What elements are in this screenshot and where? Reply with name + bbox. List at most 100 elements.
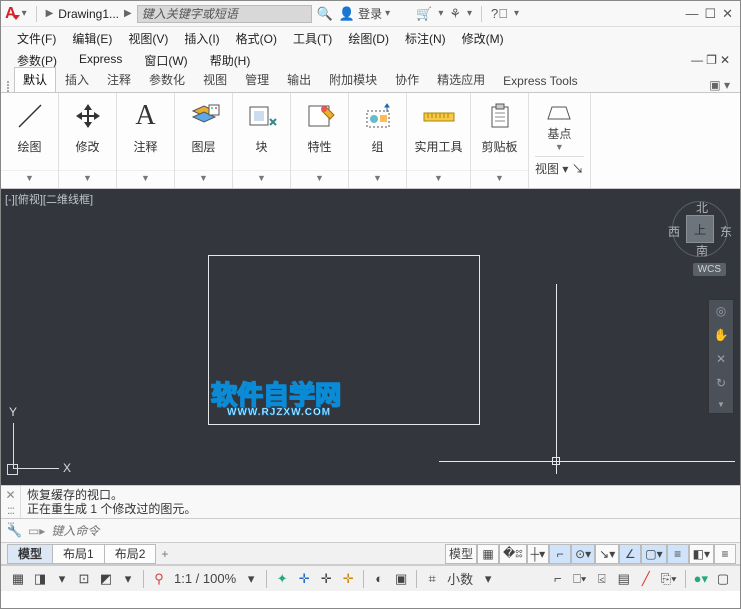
panel-modify-expand[interactable]: ▼ [59, 170, 116, 188]
tab-output[interactable]: 输出 [278, 67, 320, 92]
tab-annotate[interactable]: 注释 [98, 67, 140, 92]
command-input[interactable] [51, 524, 734, 538]
menu-edit[interactable]: 编辑(E) [66, 28, 118, 49]
panel-draw-expand[interactable]: ▼ [1, 170, 58, 188]
tab-insert[interactable]: 插入 [56, 67, 98, 92]
panel-group-expand[interactable]: ▼ [349, 170, 406, 188]
tab-featured[interactable]: 精选应用 [428, 67, 494, 92]
menu-draw[interactable]: 绘图(D) [342, 28, 395, 49]
grid-icon[interactable]: ▦ [477, 544, 499, 564]
doc-close-button[interactable]: ✕ [720, 53, 730, 67]
properties-icon[interactable] [291, 97, 348, 135]
layers-icon[interactable] [175, 97, 232, 135]
scale-label[interactable]: 1:1 / 100% [170, 569, 240, 589]
steering-wheel-icon[interactable]: ◎ [716, 304, 726, 318]
gizmo-icon[interactable]: ✦ [271, 569, 293, 589]
line-icon[interactable] [1, 97, 58, 135]
ribbon-grip-icon[interactable] [5, 81, 11, 92]
hardware-accel-icon[interactable]: ●▾ [690, 569, 712, 589]
gizmo-icon[interactable]: ✛ [293, 569, 315, 589]
move-icon[interactable] [59, 97, 116, 135]
panel-annotate-expand[interactable]: ▼ [117, 170, 174, 188]
ribbon-collapse-icon[interactable]: ▣ ▾ [703, 78, 736, 92]
doc-restore-button[interactable]: ❐ [706, 53, 717, 67]
menu-icon[interactable]: ≡ [714, 544, 736, 564]
menu-modify[interactable]: 修改(M) [456, 28, 510, 49]
navigation-bar[interactable]: ◎ ✋ ✕ ↻ ▼ [708, 299, 734, 414]
panel-clipboard-expand[interactable]: ▼ [471, 170, 528, 188]
tab-model[interactable]: 模型 [7, 544, 53, 564]
osnap-icon[interactable]: ▢▾ [641, 544, 666, 564]
group-icon[interactable] [349, 97, 406, 135]
measure-icon[interactable] [407, 97, 470, 135]
polar-icon[interactable]: ⊙▾ [571, 544, 595, 564]
orbit-icon[interactable]: ↻ [716, 376, 726, 390]
search-icon[interactable]: 🔍 [317, 6, 333, 22]
tool-icon[interactable]: ◩ [95, 569, 117, 589]
units-icon[interactable]: ⌗ [421, 569, 443, 589]
tool-icon[interactable]: ⍃ [591, 569, 613, 589]
tool-icon[interactable]: ▦ [7, 569, 29, 589]
login-button[interactable]: 登录 [358, 5, 382, 22]
cmd-prompt-icon[interactable]: ▭▸ [28, 524, 45, 538]
snap-icon[interactable]: �⦂⦂ [499, 544, 527, 564]
maximize-button[interactable]: ☐ [704, 6, 716, 22]
wcs-label[interactable]: WCS [693, 263, 726, 276]
panel-layers-expand[interactable]: ▼ [175, 170, 232, 188]
tab-parametric[interactable]: 参数化 [140, 67, 194, 92]
cmd-close-icon[interactable]: ✕:::::: [1, 486, 21, 518]
cart-icon[interactable]: 🛒 [416, 6, 432, 22]
share-icon[interactable]: ⚘ [449, 6, 461, 22]
customize-icon[interactable]: 🔧 [7, 524, 22, 538]
basepoint-icon[interactable] [544, 99, 574, 125]
block-icon[interactable] [233, 97, 290, 135]
tab-default[interactable]: 默认 [14, 67, 56, 92]
tab-layout1[interactable]: 布局1 [52, 544, 105, 564]
add-layout-button[interactable]: + [155, 547, 174, 561]
panel-block-expand[interactable]: ▼ [233, 170, 290, 188]
gizmo-icon[interactable]: ✛ [337, 569, 359, 589]
menu-view[interactable]: 视图(V) [122, 28, 174, 49]
user-icon[interactable]: 👤 [339, 6, 355, 22]
quickprops-icon[interactable]: ▤ [613, 569, 635, 589]
tab-collab[interactable]: 协作 [386, 67, 428, 92]
transparency-icon[interactable]: ◐ [368, 569, 390, 589]
menu-dim[interactable]: 标注(N) [399, 28, 452, 49]
tab-view[interactable]: 视图 [194, 67, 236, 92]
login-dropdown-icon[interactable]: ▾ [385, 8, 390, 19]
search-input[interactable]: 键入关键字或短语 [137, 5, 312, 23]
tab-manage[interactable]: 管理 [236, 67, 278, 92]
otrack-icon[interactable]: ∠ [619, 544, 641, 564]
menu-tools[interactable]: 工具(T) [287, 28, 338, 49]
menu-format[interactable]: 格式(O) [230, 28, 283, 49]
command-line[interactable]: 🔧 ▭▸ [1, 519, 740, 543]
tab-express-tools[interactable]: Express Tools [494, 70, 586, 92]
menu-insert[interactable]: 插入(I) [178, 28, 225, 49]
tab-layout2[interactable]: 布局2 [104, 544, 157, 564]
app-logo-icon[interactable]: A [5, 5, 17, 23]
panel-utilities-expand[interactable]: ▼ [407, 170, 470, 188]
selection-icon[interactable]: ▣ [390, 569, 412, 589]
pan-icon[interactable]: ✋ [714, 328, 729, 342]
drawing-canvas[interactable]: [-][俯视][二维线框] X Y 软件自学网 WWW.RJZXW.COM 上 … [1, 189, 740, 485]
tool-icon[interactable]: ⊡ [73, 569, 95, 589]
tool-icon[interactable]: ⎕▾ [569, 569, 591, 589]
gizmo-icon[interactable]: ✛ [315, 569, 337, 589]
tool-icon[interactable]: ▾ [240, 569, 262, 589]
panel-properties-expand[interactable]: ▼ [291, 170, 348, 188]
doc-dropdown-icon[interactable]: ▶ [124, 8, 132, 19]
cycling-icon[interactable]: ◧▾ [689, 544, 714, 564]
clean-screen-icon[interactable]: ▢ [712, 569, 734, 589]
qat-dropdown-icon[interactable]: ▾ [22, 8, 27, 19]
iso-icon[interactable]: ↘▾ [595, 544, 619, 564]
zoom-extents-icon[interactable]: ✕ [716, 352, 726, 366]
view-panel-label[interactable]: 视图 ▾ ↘ [535, 156, 584, 177]
doc-minimize-button[interactable]: — [691, 53, 703, 67]
workspace-icon[interactable]: ⎘▾ [657, 569, 681, 589]
minimize-button[interactable]: — [685, 6, 698, 21]
help-icon[interactable]: ?⃝ [491, 6, 508, 21]
tool-icon[interactable]: ▾ [51, 569, 73, 589]
annoscale-icon[interactable]: ⚲ [148, 569, 170, 589]
status-model[interactable]: 模型 [445, 544, 477, 564]
clipboard-icon[interactable] [471, 97, 528, 135]
